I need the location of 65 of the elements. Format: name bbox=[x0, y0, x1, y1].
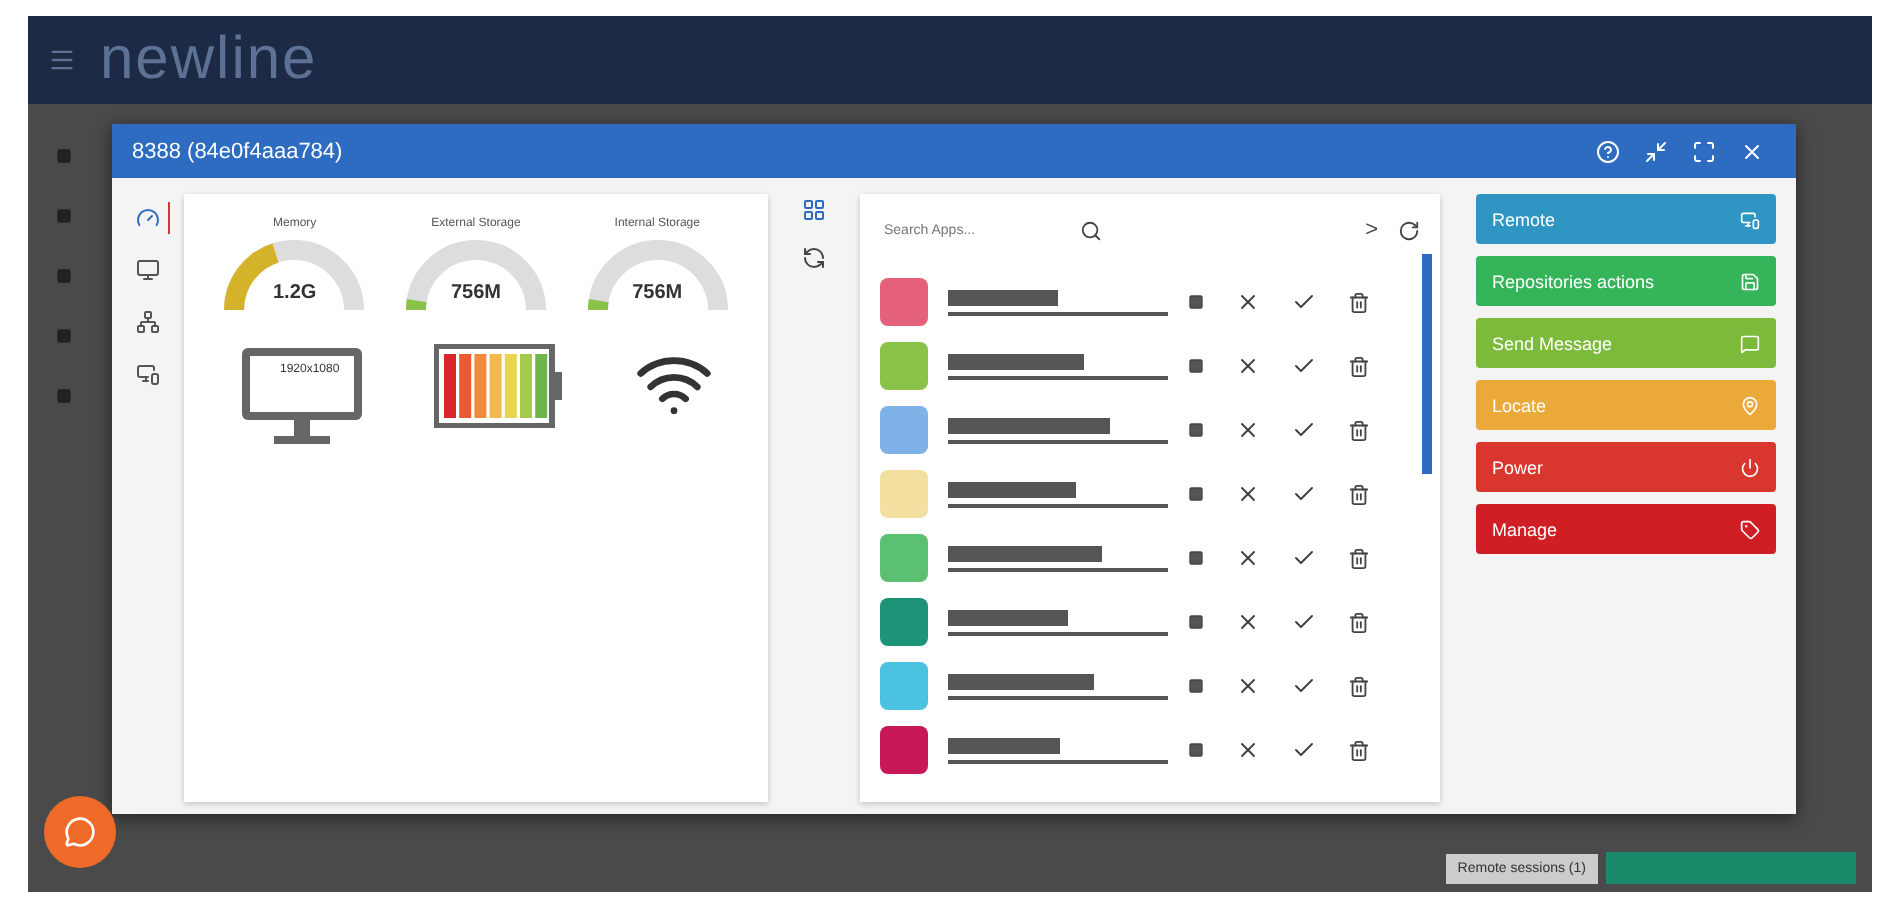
stop-icon[interactable] bbox=[1188, 678, 1204, 694]
trash-icon[interactable] bbox=[1348, 739, 1370, 761]
stop-icon[interactable] bbox=[1188, 294, 1204, 310]
dialog-title: 8388 (84e0f4aaa784) bbox=[132, 139, 345, 163]
check-icon[interactable] bbox=[1292, 610, 1316, 634]
power-icon bbox=[1740, 457, 1760, 477]
trash-icon[interactable] bbox=[1348, 675, 1370, 697]
stop-icon[interactable] bbox=[1188, 742, 1204, 758]
close-icon[interactable] bbox=[1236, 354, 1260, 378]
search-icon[interactable] bbox=[1080, 219, 1102, 241]
close-icon[interactable] bbox=[1236, 290, 1260, 314]
trash-icon[interactable] bbox=[1348, 611, 1370, 633]
stop-icon[interactable] bbox=[1188, 422, 1204, 438]
save-icon bbox=[1740, 271, 1760, 291]
action-button[interactable]: Remote bbox=[1476, 194, 1776, 244]
gauge-value: 1.2G bbox=[272, 282, 317, 304]
close-icon[interactable] bbox=[1236, 418, 1260, 442]
close-icon[interactable] bbox=[1236, 482, 1260, 506]
action-button[interactable]: Send Message bbox=[1476, 318, 1776, 368]
check-icon[interactable] bbox=[1292, 354, 1316, 378]
close-icon[interactable] bbox=[1236, 546, 1260, 570]
gauge-track bbox=[587, 240, 728, 311]
monitor-drawing bbox=[238, 344, 366, 448]
trash-icon[interactable] bbox=[1348, 291, 1370, 313]
network-icon bbox=[135, 310, 159, 334]
chat-button[interactable] bbox=[44, 796, 116, 868]
grid-icon[interactable] bbox=[802, 198, 826, 222]
check-icon[interactable] bbox=[1292, 546, 1316, 570]
close-icon[interactable] bbox=[1236, 738, 1260, 762]
gauge-value: 756M bbox=[632, 282, 683, 304]
stop-icon[interactable] bbox=[1188, 550, 1204, 566]
action-button[interactable]: Manage bbox=[1476, 504, 1776, 554]
display-icon bbox=[135, 362, 159, 386]
app-logo: newline bbox=[100, 26, 318, 94]
message-icon bbox=[1740, 333, 1760, 353]
stop-icon[interactable] bbox=[1188, 614, 1204, 630]
dashboard-icon bbox=[135, 206, 159, 230]
trash-icon[interactable] bbox=[1348, 547, 1370, 569]
menu-icon[interactable] bbox=[48, 46, 76, 74]
trash-icon[interactable] bbox=[1348, 419, 1370, 441]
battery-drawing bbox=[434, 344, 566, 428]
action-button[interactable]: Power bbox=[1476, 442, 1776, 492]
check-icon[interactable] bbox=[1292, 674, 1316, 698]
check-icon[interactable] bbox=[1292, 290, 1316, 314]
trash-icon[interactable] bbox=[1348, 355, 1370, 377]
trash-icon[interactable] bbox=[1348, 483, 1370, 505]
locate-icon bbox=[1740, 395, 1760, 415]
close-icon[interactable] bbox=[1236, 674, 1260, 698]
stop-icon[interactable] bbox=[1188, 358, 1204, 374]
chat-icon bbox=[64, 816, 96, 848]
refresh-icon[interactable] bbox=[802, 246, 826, 270]
check-icon[interactable] bbox=[1292, 738, 1316, 762]
reload-icon[interactable] bbox=[1398, 219, 1420, 241]
close-icon[interactable] bbox=[1236, 610, 1260, 634]
next-button[interactable]: > bbox=[1365, 218, 1378, 242]
gauge-track bbox=[224, 240, 365, 311]
stop-icon[interactable] bbox=[1188, 486, 1204, 502]
screen-icon bbox=[135, 258, 159, 282]
tag-icon bbox=[1740, 519, 1760, 539]
check-icon[interactable] bbox=[1292, 418, 1316, 442]
remote-icon bbox=[1740, 209, 1760, 229]
check-icon[interactable] bbox=[1292, 482, 1316, 506]
gauge-track bbox=[406, 240, 546, 311]
gauge-value: 756M bbox=[450, 282, 501, 304]
action-button[interactable]: Repositories actions bbox=[1476, 256, 1776, 306]
